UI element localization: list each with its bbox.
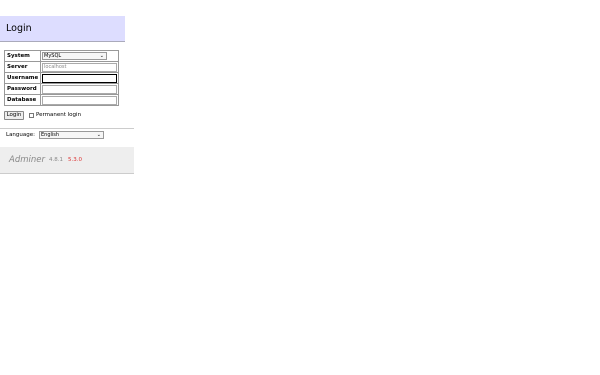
- system-select[interactable]: MySQL ⌄: [42, 52, 107, 60]
- page-header: Login: [0, 16, 125, 42]
- new-version-link[interactable]: 5.3.0: [68, 157, 82, 164]
- password-input[interactable]: [42, 84, 117, 94]
- chevron-down-icon: ⌄: [96, 132, 101, 138]
- login-button[interactable]: Login: [4, 111, 24, 120]
- database-label: Database: [4, 94, 41, 106]
- server-input[interactable]: localhost: [42, 62, 117, 72]
- version-text: 4.8.1: [49, 157, 63, 163]
- system-select-value: MySQL: [44, 53, 62, 59]
- login-form-table: System MySQL ⌄ Server localhost Username…: [4, 50, 119, 106]
- language-label: Language:: [6, 132, 35, 138]
- username-input[interactable]: [42, 73, 117, 83]
- permanent-login-label[interactable]: Permanent login: [36, 111, 81, 120]
- server-label: Server: [4, 61, 41, 73]
- password-row: Password: [4, 83, 119, 95]
- username-label: Username: [4, 72, 41, 84]
- server-row: Server localhost: [4, 61, 119, 73]
- page-title: Login: [6, 23, 32, 34]
- database-row: Database: [4, 94, 119, 106]
- system-row: System MySQL ⌄: [4, 50, 119, 62]
- permanent-login-checkbox[interactable]: [29, 113, 34, 118]
- divider: [0, 128, 134, 129]
- database-input[interactable]: [42, 95, 117, 105]
- language-select-value: English: [41, 132, 60, 138]
- footer: Adminer 4.8.1 5.3.0: [0, 147, 134, 174]
- language-select[interactable]: English ⌄: [39, 131, 104, 139]
- username-row: Username: [4, 72, 119, 84]
- password-label: Password: [4, 83, 41, 95]
- chevron-down-icon: ⌄: [99, 53, 104, 59]
- system-label: System: [4, 50, 41, 62]
- brand-link[interactable]: Adminer: [9, 155, 45, 165]
